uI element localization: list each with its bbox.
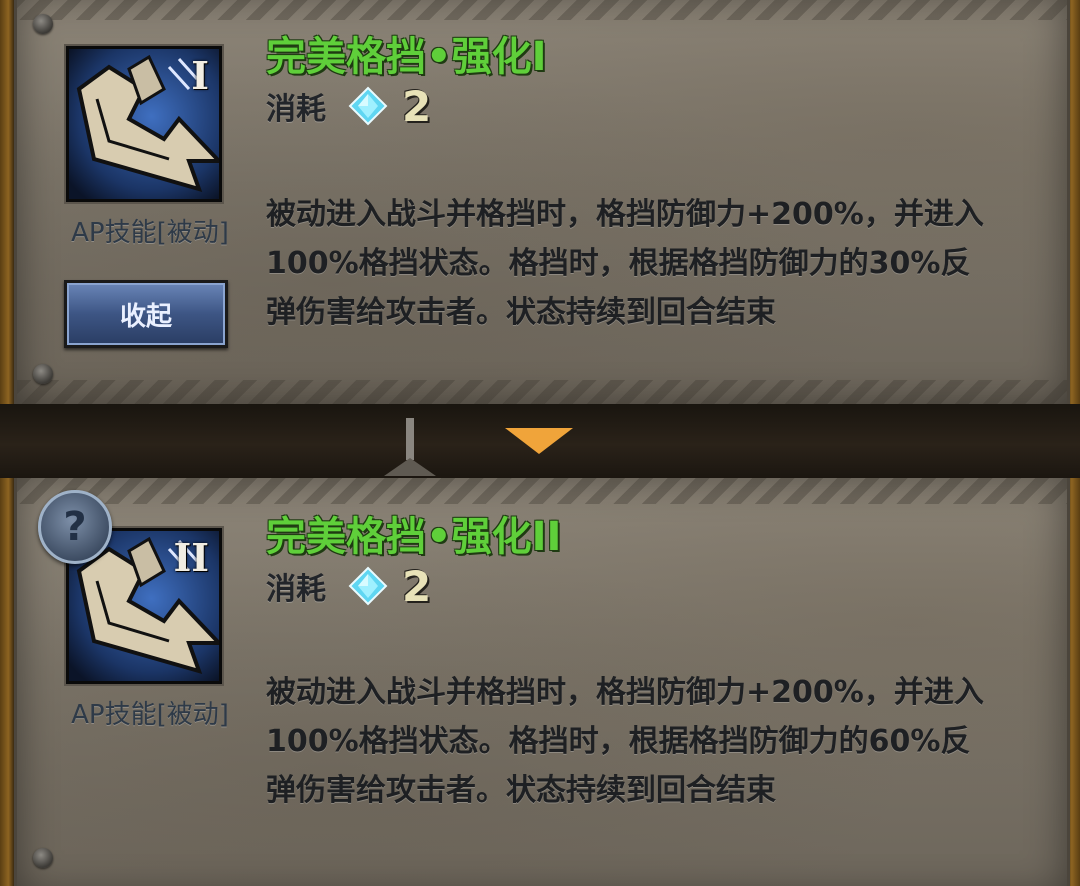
skill-level-numeral: II: [173, 535, 209, 580]
skill-description: 被动进入战斗并格挡时，格挡防御力+200%，并进入100%格挡状态。格挡时，根据…: [266, 197, 984, 330]
rivet-icon: [33, 848, 53, 868]
cost-row: 消耗 2: [266, 81, 432, 131]
diamond-gem-icon: [348, 86, 388, 126]
expand-chevron-icon: [384, 458, 436, 476]
selection-arrow-icon: [505, 428, 573, 454]
cost-row: 消耗 2: [266, 561, 432, 611]
rivet-icon: [33, 364, 53, 384]
skill-title: 完美格挡•强化II: [266, 514, 562, 560]
diamond-gem-icon: [348, 566, 388, 606]
rivet-icon: [33, 14, 53, 34]
cost-label: 消耗: [266, 572, 326, 607]
help-button[interactable]: ?: [38, 490, 112, 564]
skill-title: 完美格挡•强化I: [266, 34, 547, 80]
skill-level-numeral: I: [191, 53, 209, 98]
cost-label: 消耗: [266, 92, 326, 127]
skill-description: 被动进入战斗并格挡时，格挡防御力+200%，并进入100%格挡状态。格挡时，根据…: [266, 675, 984, 808]
divider-post: [406, 418, 414, 460]
cost-value: 2: [402, 561, 432, 611]
cost-value: 2: [402, 81, 432, 131]
skill-detail-screen: I AP技能[被动] 收起 完美格挡•强化I 消耗 2 被动进入战斗并格挡时，格…: [0, 0, 1080, 886]
skill-icon-parry-1: I: [66, 46, 222, 202]
skill-type-label: AP技能[被动]: [71, 700, 229, 730]
collapse-button[interactable]: 收起: [64, 280, 228, 348]
skill-type-label: AP技能[被动]: [71, 218, 229, 248]
